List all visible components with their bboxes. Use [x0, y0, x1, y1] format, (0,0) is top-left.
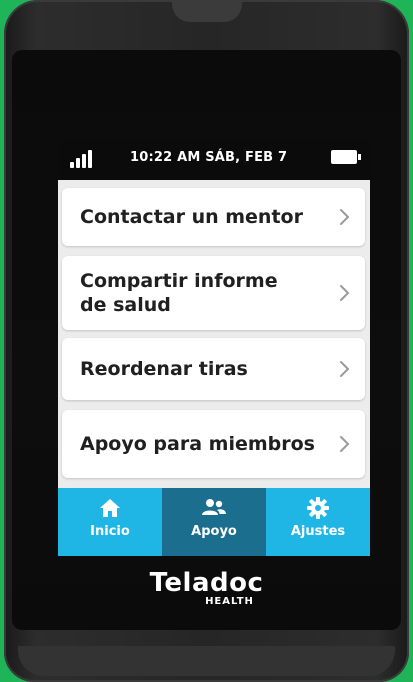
menu-item-contact-mentor[interactable]: Contactar un mentor — [62, 188, 365, 246]
nav-apoyo[interactable]: Apoyo — [162, 488, 266, 556]
menu-item-label: Contactar un mentor — [80, 206, 303, 228]
menu-item-member-support[interactable]: Apoyo para miembros — [62, 410, 365, 478]
home-icon — [100, 499, 120, 517]
gear-icon — [307, 497, 329, 519]
nav-label: Inicio — [90, 524, 130, 539]
status-bar: 10:22 AM SÁB, FEB 7 — [58, 138, 370, 180]
menu-item-reorder-strips[interactable]: Reordenar tiras — [62, 338, 365, 400]
battery-icon — [331, 150, 361, 164]
chevron-right-icon — [340, 436, 350, 452]
menu-item-label: Compartir informe de salud — [80, 270, 278, 316]
menu-item-share-health-report[interactable]: Compartir informe de salud — [62, 256, 365, 330]
logo-subtitle: HEALTH — [205, 596, 254, 607]
nav-label: Apoyo — [191, 524, 237, 539]
signal-icon — [70, 148, 100, 168]
people-icon — [202, 499, 226, 515]
nav-ajustes[interactable]: Ajustes — [266, 488, 370, 556]
menu-item-label: Apoyo para miembros — [80, 433, 315, 455]
chevron-right-icon — [340, 361, 350, 377]
chevron-right-icon — [340, 209, 350, 225]
status-datetime: 10:22 AM SÁB, FEB 7 — [130, 150, 288, 165]
device-bottom-cap — [18, 646, 395, 676]
bottom-nav: Inicio Apoyo Ajustes — [58, 488, 370, 556]
nav-label: Ajustes — [290, 524, 346, 539]
device-top-notch — [172, 0, 242, 22]
menu-item-label: Reordenar tiras — [80, 358, 248, 380]
nav-inicio[interactable]: Inicio — [58, 488, 162, 556]
chevron-right-icon — [340, 285, 350, 301]
device-screen: 10:22 AM SÁB, FEB 7 Contactar un mentor … — [58, 138, 370, 556]
teladoc-logo: Teladoc HEALTH — [0, 568, 413, 607]
logo-wordmark: Teladoc — [149, 568, 264, 598]
